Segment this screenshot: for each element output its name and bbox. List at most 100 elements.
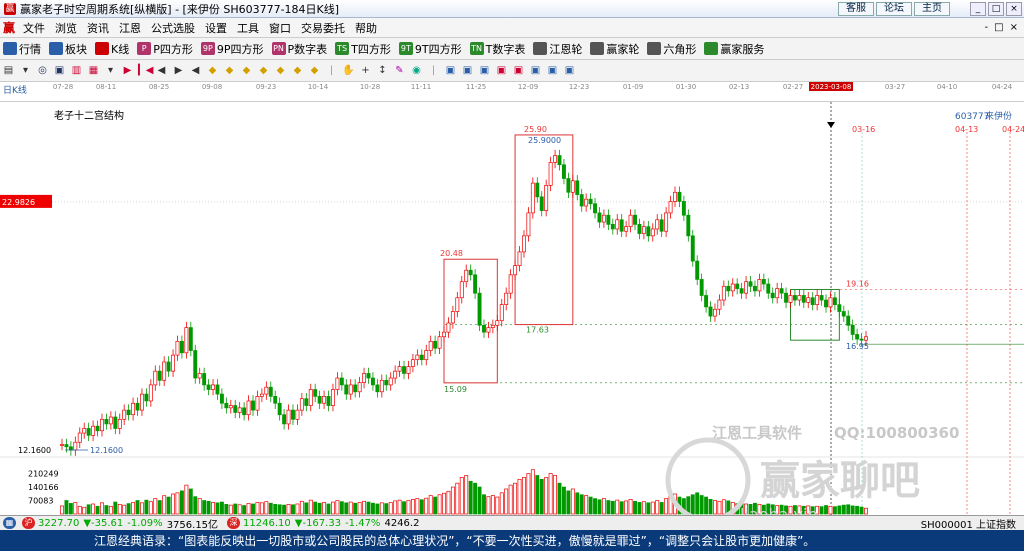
tool-icon-23[interactable]: ✎ — [393, 64, 406, 77]
chart-canvas[interactable]: 老子十二宫结构 603777来伊份22.982603-16 04-13 04-2425… — [0, 102, 1024, 515]
tool-icon-10[interactable]: ▶ — [172, 64, 185, 77]
price-label: 12.1600 — [90, 446, 123, 455]
tool-icon-26[interactable]: ▣ — [444, 64, 457, 77]
tool-icon-20[interactable]: ✋ — [342, 64, 355, 77]
tool-icon-25[interactable]: | — [427, 64, 440, 77]
tool-icon-15[interactable]: ◆ — [257, 64, 270, 77]
close-button[interactable]: × — [1006, 1, 1022, 16]
candle-body — [344, 384, 349, 395]
tool-icon-5[interactable]: ▦ — [87, 64, 100, 77]
volume-bar — [313, 501, 318, 515]
volume-bar — [584, 495, 589, 515]
tool-icon-17[interactable]: ◆ — [291, 64, 304, 77]
tool-icon-31[interactable]: ▣ — [529, 64, 542, 77]
toolbar-button-6[interactable]: TS T四方形 — [332, 40, 396, 58]
candle — [544, 179, 549, 217]
menu-file[interactable]: 文件 — [18, 20, 50, 36]
tool-icon-9[interactable]: ◀ — [155, 64, 168, 77]
tool-icon-21[interactable]: + — [359, 64, 372, 77]
tool-icon-13[interactable]: ◆ — [223, 64, 236, 77]
tool-icon-12[interactable]: ◆ — [206, 64, 219, 77]
tool-icon-27[interactable]: ▣ — [461, 64, 474, 77]
tool-icon-19[interactable]: | — [325, 64, 338, 77]
toolbar-button-2[interactable]: K线 — [92, 40, 134, 58]
tool-icon-28[interactable]: ▣ — [478, 64, 491, 77]
menu-window[interactable]: 窗口 — [264, 20, 296, 36]
index-name[interactable]: SH000001 上证指数 — [921, 516, 1024, 531]
candle-body — [801, 295, 806, 303]
tool-icon-14[interactable]: ◆ — [240, 64, 253, 77]
candle-body — [148, 384, 153, 402]
toolbar-button-7[interactable]: 9T 9T四方形 — [396, 40, 467, 58]
tool-icon-2[interactable]: ◎ — [36, 64, 49, 77]
volume-bar — [295, 503, 300, 515]
mdi-minimize-button[interactable]: - — [985, 22, 989, 33]
toolbar-button-10[interactable]: 赢家轮 — [587, 40, 644, 58]
candle-body — [322, 396, 327, 404]
volume-bar — [526, 473, 531, 515]
toolbar-button-4[interactable]: 9P 9P四方形 — [198, 40, 269, 58]
tool-icon-24[interactable]: ◉ — [410, 64, 423, 77]
tool-icon-8[interactable]: ▎◀ — [138, 64, 153, 77]
tool-icon-32[interactable]: ▣ — [546, 64, 559, 77]
volume-bar — [299, 500, 304, 515]
mdi-close-button[interactable]: × — [1010, 22, 1018, 33]
candle — [468, 264, 473, 281]
home-link[interactable]: 主页 — [914, 1, 950, 16]
toolbar-button-9[interactable]: 江恩轮 — [530, 40, 587, 58]
menu-trade[interactable]: 交易委托 — [296, 20, 350, 36]
kline-chart[interactable]: 老子十二宫结构 603777 来伊份 22.9826 03-16 04-13 04-24 25… — [0, 102, 1024, 515]
toolbar-button-11[interactable]: 六角形 — [644, 40, 701, 58]
candle — [397, 360, 402, 377]
tool-icon-22[interactable]: ↕ — [376, 64, 389, 77]
tool-icon-1[interactable]: ▾ — [19, 64, 32, 77]
volume-bar — [459, 477, 464, 515]
minimize-button[interactable]: _ — [970, 1, 986, 16]
volume-bar — [499, 492, 504, 515]
menu-tools[interactable]: 工具 — [232, 20, 264, 36]
tool-icon-30[interactable]: ▣ — [512, 64, 525, 77]
menu-gann[interactable]: 江恩 — [114, 20, 146, 36]
mdi-restore-button[interactable]: □ — [994, 22, 1003, 33]
hexagon-icon — [647, 42, 662, 55]
candle — [86, 422, 91, 442]
toolbar-button-12[interactable]: 赢家服务 — [701, 40, 769, 58]
maximize-button[interactable]: □ — [988, 1, 1004, 16]
candle — [60, 438, 64, 451]
menu-info[interactable]: 资讯 — [82, 20, 114, 36]
menu-settings[interactable]: 设置 — [200, 20, 232, 36]
candle — [179, 335, 184, 359]
tool-icon-0[interactable]: ▤ — [2, 64, 15, 77]
candle-body — [277, 402, 282, 416]
service-link[interactable]: 客服 — [838, 1, 874, 16]
tool-icon-7[interactable]: ▶ — [121, 64, 134, 77]
toolbar-button-5[interactable]: PN P数字表 — [269, 40, 333, 58]
tool-icon-11[interactable]: ◀ — [189, 64, 202, 77]
menu-browse[interactable]: 浏览 — [50, 20, 82, 36]
candle — [766, 278, 771, 299]
tool-icon-4[interactable]: ▥ — [70, 64, 83, 77]
volume-bar — [157, 500, 162, 515]
forum-link[interactable]: 论坛 — [876, 1, 912, 16]
tool-icon-18[interactable]: ◆ — [308, 64, 321, 77]
tool-icon-6[interactable]: ▾ — [104, 64, 117, 77]
candle-body — [810, 297, 815, 305]
toolbar-button-0[interactable]: 行情 — [0, 40, 46, 58]
toolbar-button-3[interactable]: P P四方形 — [134, 40, 198, 58]
candle-body — [708, 306, 713, 317]
tool-icon-29[interactable]: ▣ — [495, 64, 508, 77]
menu-help[interactable]: 帮助 — [350, 20, 382, 36]
tool-icon-33[interactable]: ▣ — [563, 64, 576, 77]
candle-body — [637, 224, 642, 234]
tool-icon-3[interactable]: ▣ — [53, 64, 66, 77]
tool-icon-16[interactable]: ◆ — [274, 64, 287, 77]
grid-icon — [3, 42, 17, 55]
price-label: 15.09 — [444, 385, 467, 394]
toolbar-button-8[interactable]: TN T数字表 — [467, 40, 531, 58]
menu-formula[interactable]: 公式选股 — [146, 20, 200, 36]
candle — [442, 326, 446, 343]
toolbar-button-1[interactable]: 板块 — [46, 40, 92, 58]
mdi-controls: - □ × — [985, 22, 1024, 33]
candle-body — [73, 441, 78, 451]
candle — [575, 175, 580, 201]
